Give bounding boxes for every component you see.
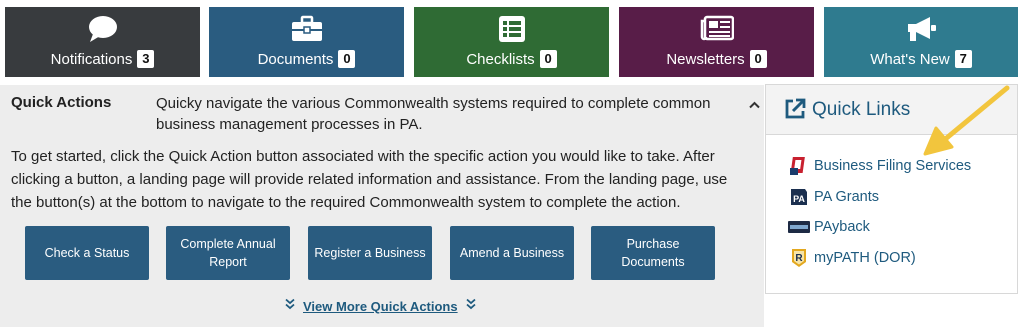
quick-link-label: Business Filing Services [814, 158, 972, 174]
svg-text:R: R [795, 253, 803, 264]
view-more-quick-actions[interactable]: View More Quick Actions [285, 297, 476, 315]
briefcase-icon [209, 15, 404, 43]
tile-documents[interactable]: Documents 0 [209, 7, 404, 77]
quick-link-mypath[interactable]: R myPATH (DOR) [788, 247, 916, 269]
quick-links-panel: Quick Links Business Filing Services PA … [765, 84, 1018, 294]
mypath-logo-icon: R [788, 248, 810, 268]
quick-link-payback[interactable]: PAyback [788, 216, 870, 238]
payback-logo-icon [788, 217, 810, 237]
tile-label: Notifications [50, 50, 133, 68]
chevron-up-icon[interactable] [749, 96, 760, 114]
double-chevron-down-icon [466, 297, 476, 315]
svg-text:PA: PA [793, 194, 805, 204]
quick-link-pa-grants[interactable]: PA PA Grants [788, 186, 879, 208]
amend-business-button[interactable]: Amend a Business [450, 226, 574, 280]
checklist-icon [414, 15, 609, 43]
pa-grants-logo-icon: PA [788, 187, 810, 207]
business-filing-logo-icon [788, 156, 810, 176]
quick-link-label: PA Grants [814, 189, 880, 205]
count-badge: 7 [954, 50, 972, 68]
quick-link-label: PAyback [814, 219, 870, 235]
count-badge: 0 [539, 50, 557, 68]
tile-whats-new[interactable]: What's New 7 [824, 7, 1018, 77]
megaphone-icon [824, 15, 1018, 43]
check-status-button[interactable]: Check a Status [25, 226, 149, 280]
tile-label: What's New [870, 50, 950, 68]
newspaper-icon [619, 15, 814, 43]
quick-actions-title: Quick Actions [11, 94, 112, 111]
view-more-link[interactable]: View More Quick Actions [303, 299, 458, 314]
external-link-icon [784, 98, 806, 125]
count-badge: 0 [749, 50, 767, 68]
quick-actions-description: Quicky navigate the various Commonwealth… [156, 95, 711, 133]
tile-label: Documents [257, 50, 334, 68]
quick-actions-panel: Quick Actions Quicky navigate the variou… [0, 85, 764, 327]
count-badge: 3 [137, 50, 155, 68]
tile-label: Checklists [466, 50, 535, 68]
quick-links-header: Quick Links [766, 85, 1017, 135]
complete-annual-report-button[interactable]: Complete Annual Report [166, 226, 290, 280]
purchase-documents-button[interactable]: Purchase Documents [591, 226, 715, 280]
quick-links-title: Quick Links [812, 99, 911, 120]
tile-label: Newsletters [666, 50, 745, 68]
quick-link-label: myPATH (DOR) [814, 250, 916, 266]
tile-notifications[interactable]: Notifications 3 [5, 7, 200, 77]
comment-icon [5, 15, 200, 43]
register-business-button[interactable]: Register a Business [308, 226, 432, 280]
quick-link-business-filing[interactable]: Business Filing Services [788, 155, 971, 177]
tile-newsletters[interactable]: Newsletters 0 [619, 7, 814, 77]
quick-actions-instructions: To get started, click the Quick Action b… [11, 148, 728, 211]
tile-checklists[interactable]: Checklists 0 [414, 7, 609, 77]
count-badge: 0 [338, 50, 356, 68]
double-chevron-down-icon [285, 297, 295, 315]
